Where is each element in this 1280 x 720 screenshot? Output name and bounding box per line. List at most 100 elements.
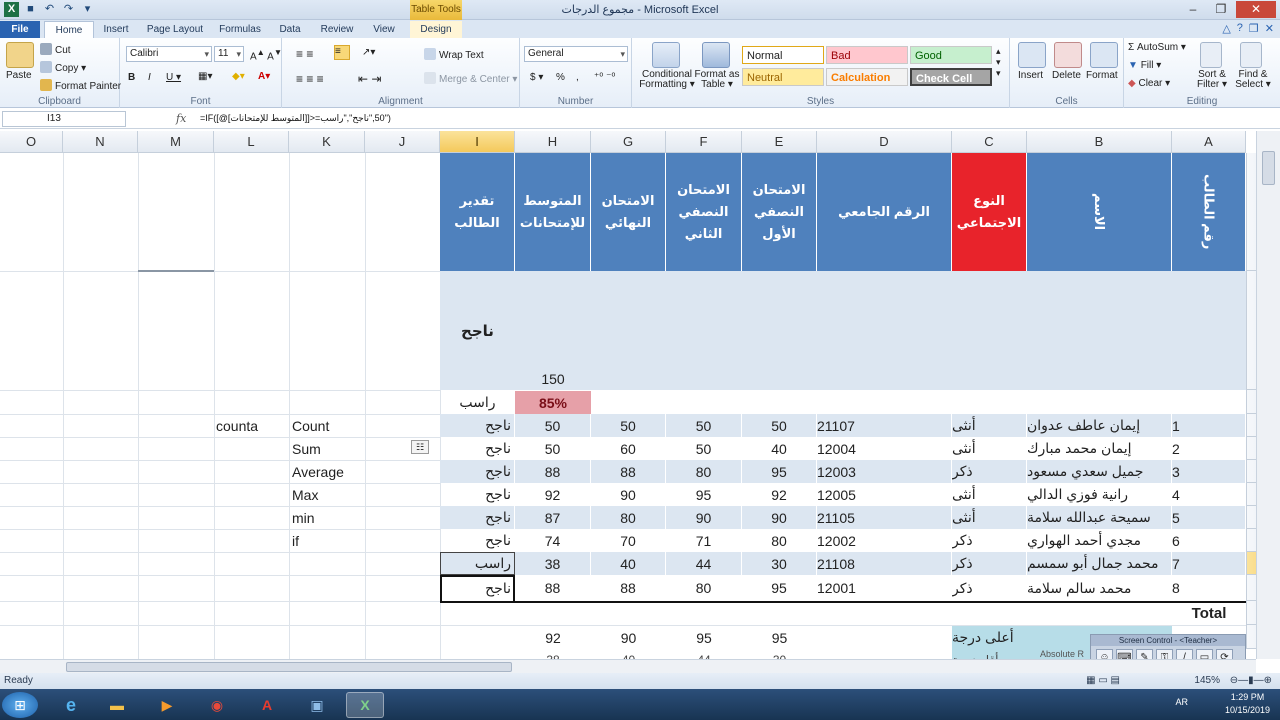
header-gender[interactable]: النوع الاجتماعي [952, 153, 1027, 271]
cell-university-id[interactable]: 21105 [817, 506, 952, 529]
column-header-n[interactable]: N [63, 131, 138, 153]
wrap-text-button[interactable]: Wrap Text [424, 48, 484, 61]
conditional-formatting-button[interactable]: Conditional Formatting ▾ [638, 70, 696, 90]
style-good[interactable]: Good [910, 46, 992, 64]
cell-midterm1[interactable]: 80 [742, 529, 817, 552]
cell-grade[interactable]: ناجح [440, 483, 515, 506]
minimize-ribbon-icon[interactable]: △ [1222, 22, 1230, 35]
column-header-i[interactable]: I [440, 131, 515, 153]
percent-button[interactable]: % [556, 72, 565, 83]
font-name-select[interactable]: Calibri [126, 46, 212, 62]
conditional-formatting-icon[interactable] [652, 42, 680, 68]
column-header-k[interactable]: K [289, 131, 365, 153]
cell-final[interactable]: 80 [591, 506, 666, 529]
cell-student-number[interactable]: 8 [1172, 575, 1246, 601]
align-bottom-icon[interactable]: ≡ [334, 45, 350, 60]
tab-data[interactable]: Data [272, 21, 308, 38]
tab-design[interactable]: Design [410, 21, 462, 38]
style-neutral[interactable]: Neutral [742, 68, 824, 86]
cell-final[interactable]: 90 [591, 483, 666, 506]
column-header-f[interactable]: F [666, 131, 742, 153]
cell-student-name[interactable]: إيمان محمد مبارك [1027, 437, 1172, 460]
row-header-7[interactable]: 7 [1246, 414, 1256, 437]
sum-label[interactable]: Sum [292, 438, 364, 460]
cell-gender[interactable]: أنثى [952, 483, 1027, 506]
copy-button[interactable]: Copy ▾ [40, 61, 86, 74]
cell-midterm2[interactable]: 44 [666, 552, 742, 575]
row-header-8[interactable]: 8 [1246, 437, 1256, 460]
restore-icon[interactable]: ❐ [1249, 22, 1259, 35]
row16-midterm1[interactable]: 95 [742, 626, 817, 649]
row-header-16[interactable]: 16 [1246, 625, 1256, 649]
cell-gender[interactable]: ذكر [952, 529, 1027, 552]
format-painter-button[interactable]: Format Painter [40, 79, 121, 92]
grow-font-button[interactable]: A▲ A▼ [250, 47, 282, 62]
row6-grade[interactable]: راسب [440, 391, 515, 414]
view-buttons[interactable]: ▦ ▭ ▤ [1086, 673, 1120, 689]
input-language[interactable]: AR [1175, 697, 1188, 707]
formula-input[interactable]: =IF([@[المتوسط للإمتحانات]]>=50,"ناجح","… [200, 113, 391, 124]
cell-average[interactable]: 50 [515, 414, 591, 437]
column-header-e[interactable]: E [742, 131, 817, 153]
format-cells-button[interactable]: Format [1086, 70, 1118, 81]
cell-student-name[interactable]: محمد جمال أبو سمسم [1027, 552, 1172, 575]
cell-student-name[interactable]: سميحة عبدالله سلامة [1027, 506, 1172, 529]
style-bad[interactable]: Bad [826, 46, 908, 64]
cell-student-number[interactable]: 3 [1172, 460, 1246, 483]
cell-midterm1[interactable]: 95 [742, 575, 817, 601]
tab-view[interactable]: View [366, 21, 402, 38]
column-header-a[interactable]: A [1172, 131, 1246, 153]
vertical-scrollbar[interactable] [1256, 131, 1280, 659]
insert-cells-button[interactable]: Insert [1018, 70, 1043, 81]
cell-final[interactable]: 70 [591, 529, 666, 552]
column-header-d[interactable]: D [817, 131, 952, 153]
format-as-table-button[interactable]: Format as Table ▾ [694, 70, 740, 90]
sort-filter-icon[interactable] [1200, 42, 1222, 68]
cell-midterm2[interactable]: 80 [666, 460, 742, 483]
if-label[interactable]: if [292, 530, 364, 552]
cell-gender[interactable]: ذكر [952, 552, 1027, 575]
cell-midterm2[interactable]: 80 [666, 575, 742, 601]
media-player-icon[interactable]: ▶ [148, 692, 186, 718]
insert-function-icon[interactable]: fx [176, 112, 186, 125]
start-button[interactable]: ⊞ [2, 692, 38, 718]
cell-university-id[interactable]: 12001 [817, 575, 952, 601]
style-check-cell[interactable]: Check Cell [910, 68, 992, 86]
cell-grade[interactable]: ناجح [440, 529, 515, 552]
cell-student-number[interactable]: 5 [1172, 506, 1246, 529]
decimal-icon[interactable]: ⁺⁰ ⁻⁰ [594, 72, 615, 83]
close-button[interactable]: ✕ [1236, 1, 1276, 18]
vertical-scroll-thumb[interactable] [1262, 151, 1275, 185]
cell-midterm1[interactable]: 90 [742, 506, 817, 529]
row17-midterm1[interactable]: 30 [742, 649, 817, 659]
fill-color-icon[interactable]: ◆▾ [232, 71, 245, 82]
font-size-select[interactable]: 11 [214, 46, 244, 62]
cell-gender[interactable]: ذكر [952, 575, 1027, 601]
cell-midterm2[interactable]: 50 [666, 414, 742, 437]
cell-grade[interactable]: راسب [440, 552, 515, 575]
format-cells-icon[interactable] [1090, 42, 1118, 68]
row-header-12[interactable]: 12 [1246, 529, 1256, 552]
align-left-icon[interactable]: ≡ ≡ ≡ [296, 72, 324, 86]
row-header-6[interactable]: 6 [1246, 390, 1256, 414]
cell-student-number[interactable]: 2 [1172, 437, 1246, 460]
cell-average[interactable]: 92 [515, 483, 591, 506]
cell-average[interactable]: 74 [515, 529, 591, 552]
cell-university-id[interactable]: 21107 [817, 414, 952, 437]
cell-midterm1[interactable]: 30 [742, 552, 817, 575]
cell-university-id[interactable]: 12004 [817, 437, 952, 460]
excel-taskbar-icon[interactable]: X [346, 692, 384, 718]
cell-grade[interactable]: ناجح [440, 506, 515, 529]
cell-gender[interactable]: أنثى [952, 414, 1027, 437]
comma-button[interactable]: , [576, 72, 579, 83]
cell-gender[interactable]: أنثى [952, 437, 1027, 460]
cell-student-number[interactable]: 4 [1172, 483, 1246, 506]
row-header-10[interactable]: 10 [1246, 483, 1256, 506]
column-header-l[interactable]: L [214, 131, 289, 153]
header-student-grade[interactable]: تقدير الطالب [440, 153, 515, 271]
cell-final[interactable]: 50 [591, 414, 666, 437]
cell-university-id[interactable]: 12003 [817, 460, 952, 483]
row16-final[interactable]: 90 [591, 626, 666, 649]
cell-student-number[interactable]: 1 [1172, 414, 1246, 437]
tab-file[interactable]: File [0, 21, 40, 38]
